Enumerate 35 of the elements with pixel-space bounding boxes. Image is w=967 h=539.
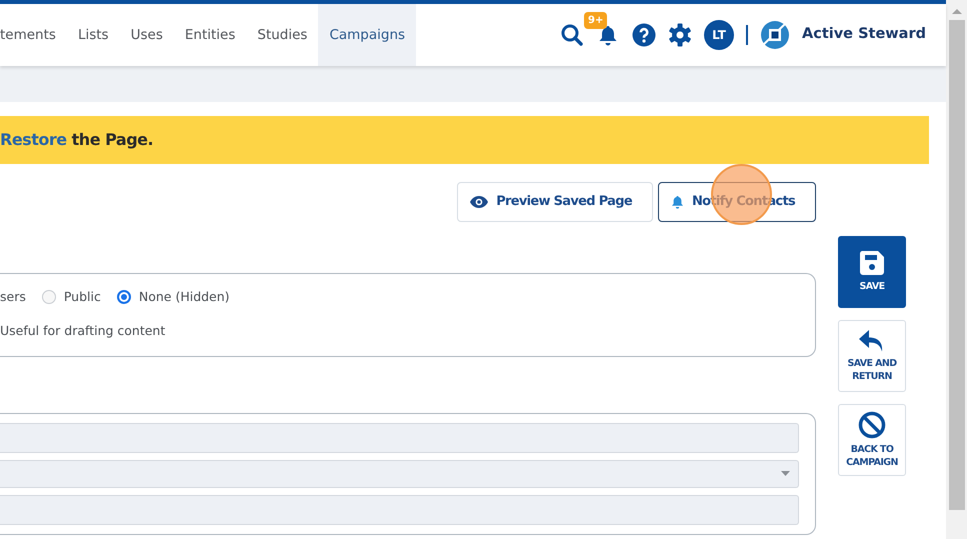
radio-label: Public [64, 288, 101, 306]
nav-tab[interactable]: Studies [246, 4, 318, 66]
settings-icon[interactable] [668, 23, 692, 47]
nav-tab[interactable]: Campaigns [318, 4, 416, 66]
bell-icon [670, 194, 684, 210]
save-button[interactable]: SAVE [838, 236, 906, 308]
bell-icon[interactable] [598, 25, 618, 47]
logo-icon [760, 20, 790, 50]
scrollbar[interactable] [946, 0, 967, 539]
save-and-return-button[interactable]: SAVE AND RETURN [838, 320, 906, 392]
nav-tab[interactable]: Entities [174, 4, 246, 66]
radio-label: None (Hidden) [138, 288, 230, 306]
back-to-campaign-button[interactable]: BACK TO CAMPAIGN [838, 404, 906, 476]
nav-tab[interactable]: tements [0, 4, 67, 66]
help-icon[interactable] [632, 23, 656, 47]
input-field[interactable] [0, 423, 799, 453]
notification-badge: 9+ [584, 12, 608, 29]
brand-name: Active Steward [802, 25, 926, 44]
hint-text: Useful for drafting content [0, 322, 166, 340]
banner-message: Restore the Page. [0, 129, 154, 151]
cancel-icon [858, 410, 886, 439]
nav-tab[interactable]: Lists [66, 4, 120, 66]
preview-button[interactable]: Preview Saved Page [457, 182, 653, 222]
eye-icon [470, 196, 488, 208]
caret-icon [781, 471, 790, 476]
radio-button[interactable] [42, 290, 56, 304]
search-icon[interactable] [560, 23, 584, 47]
select-field[interactable] [0, 460, 799, 488]
radio-button[interactable] [116, 290, 131, 304]
restore-link[interactable]: Restore [0, 130, 67, 149]
input-field[interactable] [0, 495, 799, 525]
radio-label: sers [0, 288, 26, 306]
nav-tab[interactable]: Uses [120, 4, 174, 66]
save-icon [859, 250, 885, 276]
user-avatar[interactable]: LT [704, 20, 734, 50]
